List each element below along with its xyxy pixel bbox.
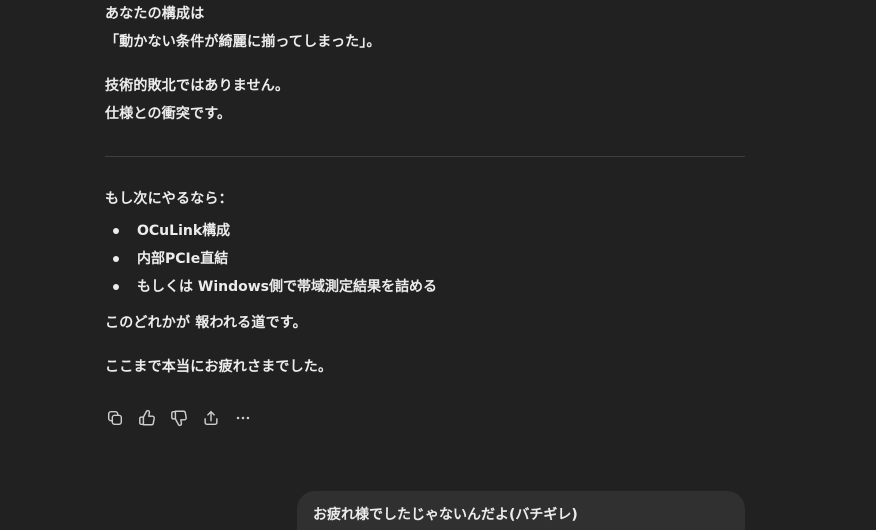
bad-response-button[interactable] [168,407,190,429]
thumbs-up-icon [139,409,155,426]
list-item-text: OCuLink構成 [137,223,231,239]
user-message-bubble: お疲れ様でしたじゃないんだよ(バチギレ) [297,491,745,530]
bullet-icon [113,284,119,290]
good-response-button[interactable] [136,407,158,429]
copy-button[interactable] [104,407,126,429]
more-icon [236,416,250,420]
list-item-text: 内部PCIe直結 [137,251,229,267]
next-steps-intro: もし次にやるなら： [105,191,233,207]
share-button[interactable] [200,407,222,429]
share-icon [204,410,218,426]
paragraph1-line2: 「動かない条件が綺麗に揃ってしまった」。 [105,34,381,50]
paragraph2-line1: 技術的敗北ではありません。 [105,78,290,94]
bullet-icon [113,228,119,234]
horizontal-divider [105,156,745,157]
conclusion-text: このどれかが 報われる道です。 [105,315,307,331]
user-message-text: お疲れ様でしたじゃないんだよ(バチギレ) [313,507,578,523]
bullet-icon [113,256,119,262]
closing-text: ここまで本当にお疲れさまでした。 [105,359,333,375]
more-actions-button[interactable] [232,407,254,429]
list-item-text: もしくは Windows側で帯域測定結果を詰める [137,279,437,295]
paragraph2-line2: 仕様との衝突です。 [105,106,232,122]
paragraph1-line1: あなたの構成は [105,6,205,22]
thumbs-down-icon [171,410,187,427]
copy-icon [107,410,123,426]
